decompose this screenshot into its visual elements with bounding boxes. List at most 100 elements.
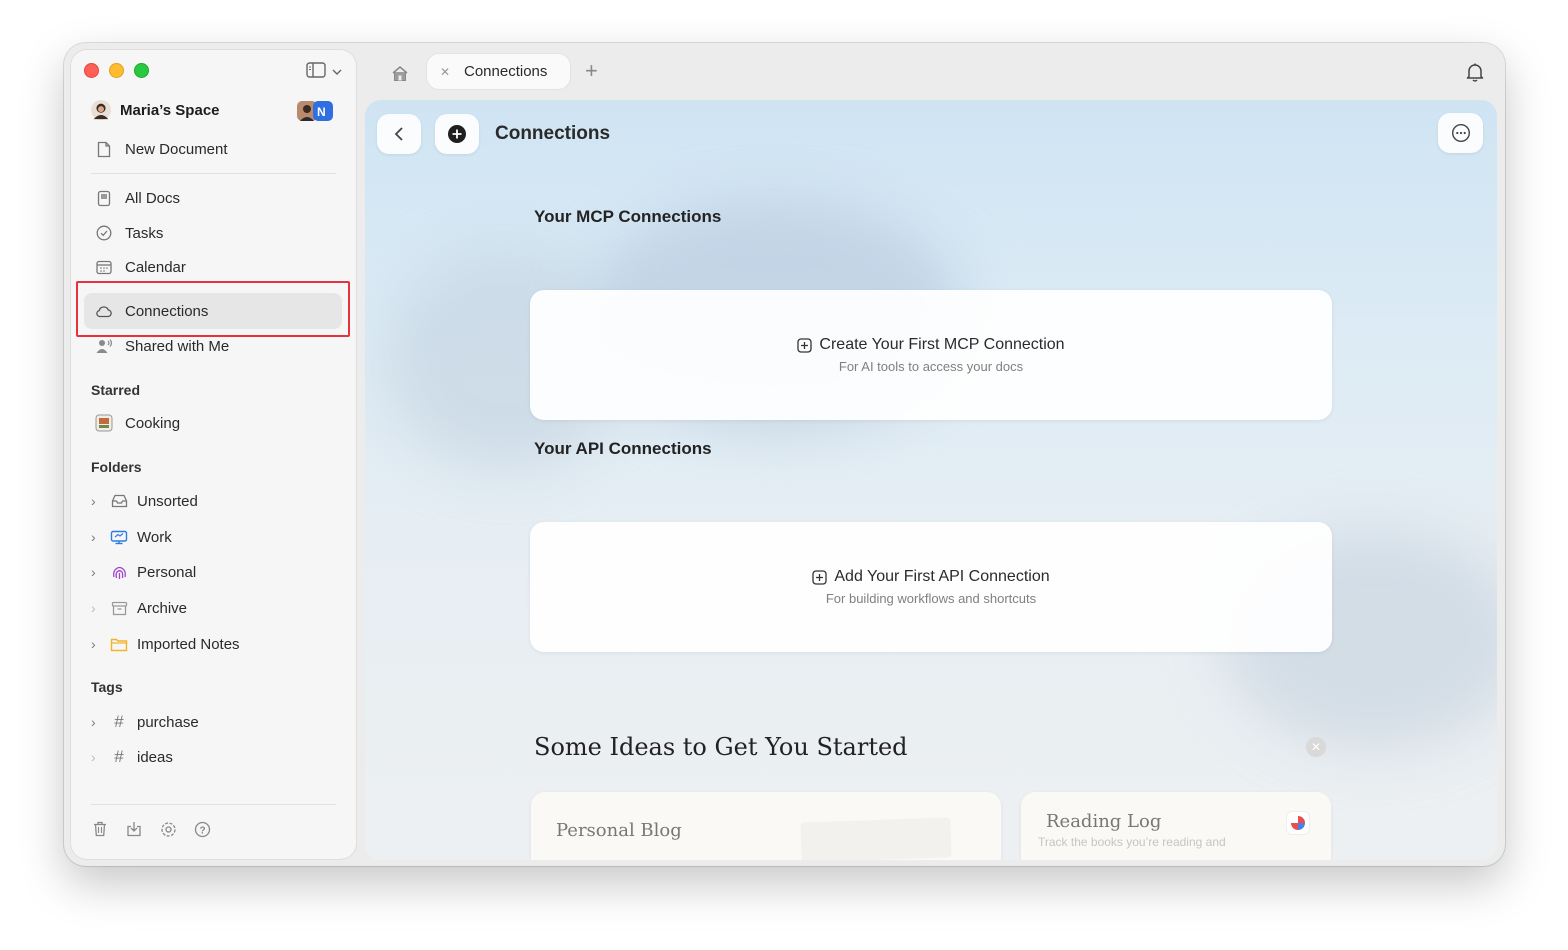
inbox-icon	[109, 491, 129, 511]
plus-circle-icon	[448, 125, 466, 143]
archive-icon	[109, 598, 129, 618]
tag-label: ideas	[137, 748, 173, 766]
close-window-button[interactable]	[84, 63, 99, 78]
chevron-right-icon[interactable]: ›	[91, 600, 103, 616]
chevron-right-icon[interactable]: ›	[91, 564, 103, 580]
tag-purchase[interactable]: › # purchase	[91, 707, 199, 737]
cookbook-icon	[94, 413, 114, 433]
tags-heading: Tags	[91, 679, 123, 695]
back-button[interactable]	[377, 114, 421, 154]
add-connection-button[interactable]	[435, 114, 479, 154]
chevron-down-icon	[332, 63, 342, 81]
calendar-icon	[94, 257, 114, 277]
folders-heading: Folders	[91, 459, 142, 475]
api-connections-heading: Your API Connections	[534, 439, 712, 458]
sidebar: Maria’s Space N New Document All Docs Ta…	[71, 50, 356, 859]
minimize-window-button[interactable]	[109, 63, 124, 78]
tag-ideas[interactable]: › # ideas	[91, 742, 173, 772]
workspace-switcher[interactable]: Maria’s Space	[91, 95, 220, 125]
sidebar-item-calendar[interactable]: Calendar	[94, 252, 186, 282]
dismiss-ideas-button[interactable]: ✕	[1306, 737, 1326, 757]
shared-user-icon	[94, 336, 114, 356]
help-icon[interactable]: ?	[193, 820, 211, 838]
collaborator-avatars[interactable]: N	[297, 100, 335, 122]
idea-preview-thumbnail	[800, 817, 952, 860]
chevron-right-icon[interactable]: ›	[91, 749, 103, 765]
divider	[91, 173, 336, 174]
folder-label: Work	[137, 528, 172, 546]
doc-icon	[94, 188, 114, 208]
hash-icon: #	[114, 712, 124, 731]
tab-connections[interactable]: ✕ Connections	[427, 54, 570, 89]
more-options-button[interactable]	[1438, 113, 1483, 153]
chevron-right-icon[interactable]: ›	[91, 714, 103, 730]
new-tab-button[interactable]: +	[585, 59, 598, 83]
idea-title: Reading Log	[1046, 811, 1162, 832]
folder-work[interactable]: › Work	[91, 522, 172, 552]
api-connection-description: For building workflows and shortcuts	[825, 591, 1037, 606]
folder-icon	[109, 634, 129, 654]
check-circle-icon	[94, 223, 114, 243]
sidebar-item-all-docs[interactable]: All Docs	[94, 183, 180, 213]
sidebar-item-label: All Docs	[125, 189, 181, 207]
folder-personal[interactable]: › Personal	[91, 557, 196, 587]
sidebar-item-label: Shared with Me	[125, 337, 230, 355]
idea-card-personal-blog[interactable]: Personal Blog	[531, 792, 1001, 860]
folder-unsorted[interactable]: › Unsorted	[91, 486, 198, 516]
folder-imported-notes[interactable]: › Imported Notes	[91, 629, 240, 659]
close-icon: ✕	[1310, 740, 1322, 754]
sidebar-item-cooking[interactable]: Cooking	[94, 408, 180, 438]
mcp-connections-heading: Your MCP Connections	[534, 207, 722, 226]
app-window: Maria’s Space N New Document All Docs Ta…	[64, 43, 1505, 866]
add-api-connection-card[interactable]: Add Your First API Connection For buildi…	[530, 522, 1332, 652]
zoom-window-button[interactable]	[134, 63, 149, 78]
mcp-connection-description: For AI tools to access your docs	[838, 359, 1024, 374]
sidebar-item-tasks[interactable]: Tasks	[94, 218, 163, 248]
sidebar-toggle-button[interactable]	[306, 61, 354, 83]
settings-icon[interactable]	[159, 820, 177, 838]
idea-title: Personal Blog	[556, 820, 682, 841]
chevron-right-icon[interactable]: ›	[91, 493, 103, 509]
fingerprint-icon	[109, 562, 129, 582]
trash-icon[interactable]	[91, 820, 109, 838]
workspace-name: Maria’s Space	[120, 101, 220, 119]
home-button[interactable]	[388, 61, 412, 85]
folder-label: Personal	[137, 563, 197, 581]
sidebar-layout-icon	[306, 61, 326, 83]
highlight-annotation-box	[76, 281, 350, 337]
sidebar-item-label: Calendar	[125, 258, 186, 276]
divider	[91, 804, 336, 805]
tag-label: purchase	[137, 713, 199, 731]
notifications-bell-icon[interactable]	[1464, 61, 1488, 85]
folder-archive[interactable]: › Archive	[91, 593, 187, 623]
monitor-icon	[109, 527, 129, 547]
svg-text:?: ?	[199, 825, 205, 836]
plus-square-icon	[812, 569, 828, 585]
create-mcp-connection-card[interactable]: Create Your First MCP Connection For AI …	[530, 290, 1332, 420]
import-icon[interactable]	[125, 820, 143, 838]
sidebar-item-label: Tasks	[125, 224, 164, 242]
app-logo-icon	[1287, 812, 1309, 834]
create-mcp-connection-button[interactable]: Create Your First MCP Connection	[797, 336, 1065, 354]
idea-card-reading-log[interactable]: Reading Log Track the books you’re readi…	[1021, 792, 1331, 860]
new-document-label: New Document	[125, 140, 228, 158]
add-api-connection-label: Add Your First API Connection	[834, 568, 1050, 585]
new-document-button[interactable]: New Document	[94, 134, 228, 164]
folder-label: Archive	[137, 599, 188, 617]
svg-text:N: N	[317, 105, 326, 119]
avatar	[91, 100, 111, 120]
starred-heading: Starred	[91, 382, 141, 398]
ellipsis-circle-icon	[1451, 123, 1470, 143]
folder-label: Unsorted	[137, 492, 198, 510]
page-title: Connections	[495, 123, 611, 144]
close-tab-icon[interactable]: ✕	[440, 65, 454, 79]
tab-label: Connections	[464, 63, 548, 80]
sidebar-item-label: Cooking	[125, 414, 181, 432]
folder-label: Imported Notes	[137, 635, 240, 653]
main-content: Connections Your MCP Connections Create …	[365, 100, 1497, 860]
add-api-connection-button[interactable]: Add Your First API Connection	[812, 568, 1050, 586]
ideas-heading: Some Ideas to Get You Started	[534, 733, 908, 761]
chevron-right-icon[interactable]: ›	[91, 529, 103, 545]
chevron-right-icon[interactable]: ›	[91, 636, 103, 652]
idea-description: Track the books you’re reading and	[1038, 835, 1226, 849]
